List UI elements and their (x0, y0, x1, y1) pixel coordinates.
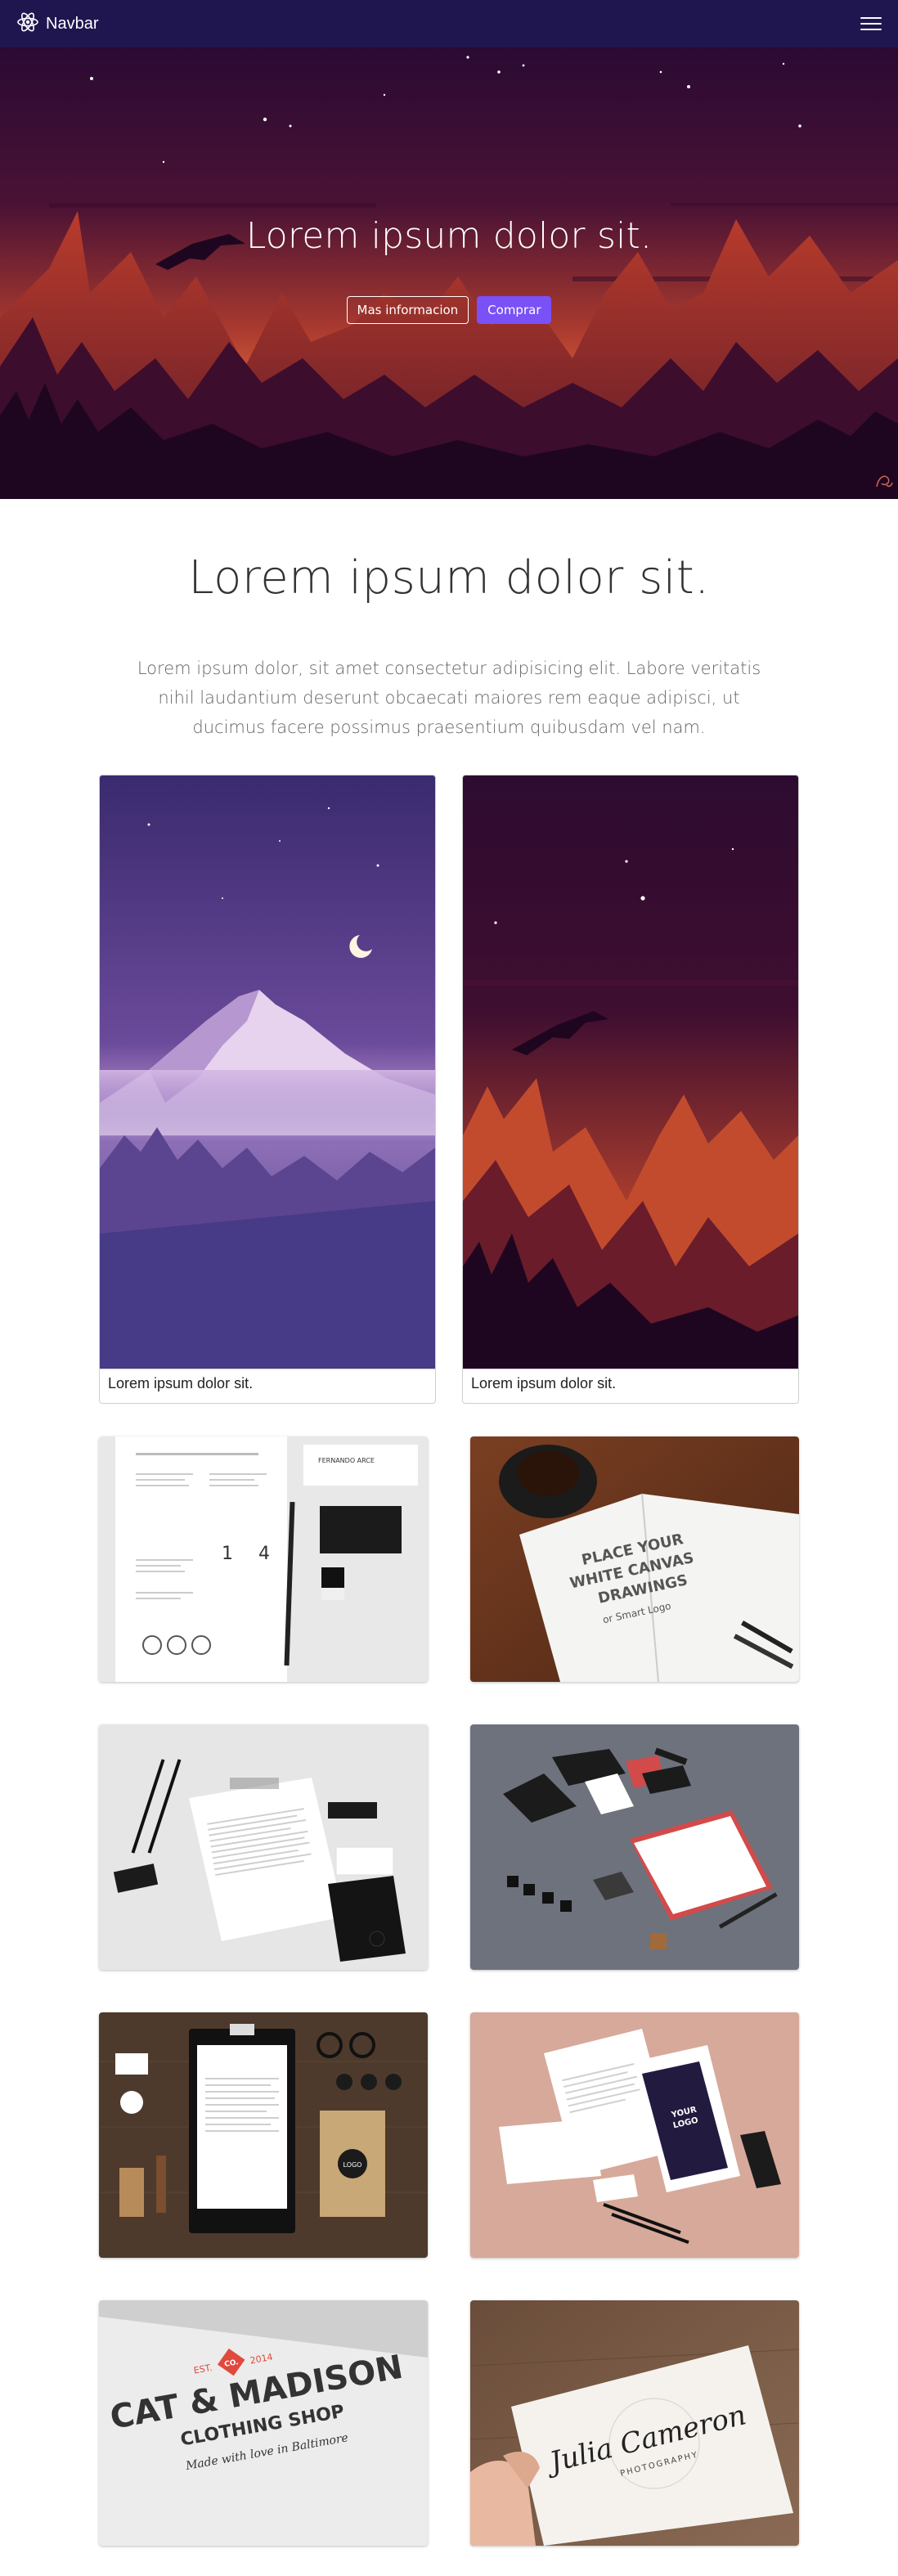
gallery-tile[interactable]: LOGO (99, 2012, 428, 2258)
hero-buttons: Mas informacion Comprar (0, 296, 898, 324)
brand-name: Navbar (46, 14, 99, 33)
julia-cameron-business-card: Julia Cameron PHOTOGRAPHY (470, 2300, 799, 2546)
card-caption: Lorem ipsum dolor sit. (463, 1369, 798, 1403)
mockup-gallery: 1 4 FERNANDO ARCE PLACE YOUR WHITE CANVA… (99, 1436, 799, 2565)
hamburger-menu-icon[interactable] (860, 13, 882, 34)
section-title: Lorem ipsum dolor sit. (188, 551, 710, 605)
cat-madison-logo-mockup: CO. EST. 2014 CAT & MADISON CLOTHING SHO… (99, 2300, 428, 2546)
hero-title: Lorem ipsum dolor sit. (245, 215, 653, 257)
sketchbook-coffee-mockup: PLACE YOUR WHITE CANVAS DRAWINGS or Smar… (470, 1436, 799, 1682)
gallery-tile[interactable]: 1 4 FERNANDO ARCE (99, 1436, 428, 1682)
pink-stationery-mockup: YOUR LOGO (470, 2012, 799, 2258)
featured-card[interactable]: Lorem ipsum dolor sit. (99, 775, 436, 1404)
featured-cards: Lorem ipsum dolor sit. Lorem ipsum dolor… (99, 775, 799, 1404)
gallery-tile[interactable] (470, 1724, 799, 1970)
black-white-stationery-mockup (99, 1724, 428, 1970)
section-description: Lorem ipsum dolor, sit amet consectetur … (137, 659, 761, 737)
resume-name: FERNANDO ARCE (318, 1457, 375, 1464)
buy-button[interactable]: Comprar (477, 296, 552, 324)
intro-section: Lorem ipsum dolor sit. Lorem ipsum dolor… (0, 551, 898, 742)
resume-stationery-mockup: 1 4 FERNANDO ARCE (99, 1436, 428, 1682)
gallery-tile[interactable]: CO. EST. 2014 CAT & MADISON CLOTHING SHO… (99, 2300, 428, 2546)
react-atom-icon (16, 11, 39, 38)
artist-signature-icon (873, 470, 895, 496)
gallery-tile[interactable]: PLACE YOUR WHITE CANVAS DRAWINGS or Smar… (470, 1436, 799, 1682)
card-caption: Lorem ipsum dolor sit. (100, 1369, 435, 1403)
purple-mountain-moon-illustration (100, 775, 435, 1369)
red-black-stationery-mockup (470, 1724, 799, 1970)
more-info-button[interactable]: Mas informacion (346, 296, 469, 324)
navbar: Navbar (0, 0, 898, 47)
red-mountains-eagle-illustration (463, 775, 798, 1369)
gallery-tile[interactable]: YOUR LOGO (470, 2012, 799, 2258)
clipboard-badge-text: LOGO (343, 2161, 362, 2169)
resume-number-one: 1 (222, 1544, 233, 1564)
navbar-brand[interactable]: Navbar (16, 11, 98, 38)
featured-card[interactable]: Lorem ipsum dolor sit. (462, 775, 799, 1404)
wood-clipboard-stationery-mockup: LOGO (99, 2012, 428, 2258)
gallery-tile[interactable] (99, 1724, 428, 1970)
resume-number-four: 4 (258, 1544, 270, 1564)
gallery-tile[interactable]: Julia Cameron PHOTOGRAPHY (470, 2300, 799, 2546)
hero-banner: Lorem ipsum dolor sit. Mas informacion C… (0, 47, 898, 499)
hero-content: Lorem ipsum dolor sit. Mas informacion C… (0, 215, 898, 324)
